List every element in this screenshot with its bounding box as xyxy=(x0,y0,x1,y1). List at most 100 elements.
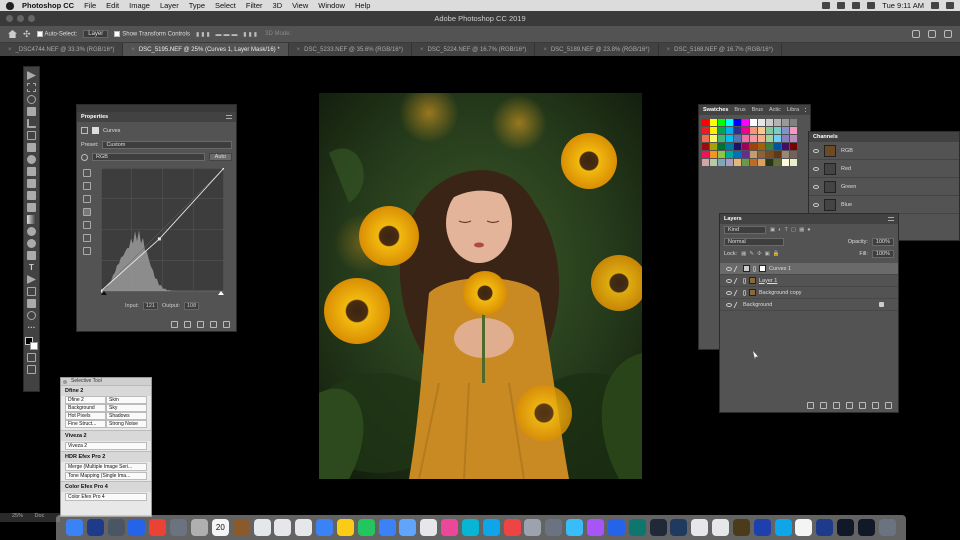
color-swatch[interactable] xyxy=(750,143,757,150)
lock-icon[interactable] xyxy=(879,302,884,307)
color-swatch[interactable] xyxy=(734,151,741,158)
dock-app-icon[interactable] xyxy=(670,519,688,536)
dock-app-icon[interactable] xyxy=(774,519,792,536)
zoom-level[interactable]: 25% xyxy=(12,513,23,519)
tab-swatches[interactable]: Swatches xyxy=(703,107,728,113)
option-button[interactable]: Background xyxy=(65,404,106,412)
selective-tool-title[interactable]: Selective Tool xyxy=(61,378,151,385)
menu-image[interactable]: Image xyxy=(129,1,150,10)
eye-icon[interactable] xyxy=(726,266,732,271)
color-swatch[interactable] xyxy=(726,119,733,126)
dock-app-icon[interactable] xyxy=(545,519,563,536)
option-button[interactable]: Tone Mapping (Single Ima... xyxy=(65,472,147,480)
option-button[interactable]: Merge (Multiple Image Seri... xyxy=(65,463,147,471)
mask-icon[interactable] xyxy=(92,127,99,134)
curve-control-point[interactable] xyxy=(99,289,103,293)
color-swatch[interactable] xyxy=(734,159,741,166)
dock-app-icon[interactable] xyxy=(128,519,146,536)
on-image-adjust-icon[interactable] xyxy=(81,153,88,161)
eye-icon[interactable] xyxy=(813,166,819,171)
tab-channels[interactable]: Channels xyxy=(813,134,838,140)
visibility-icon[interactable] xyxy=(210,321,217,328)
share-icon[interactable] xyxy=(944,30,952,38)
color-swatch[interactable] xyxy=(742,159,749,166)
preset-dropdown[interactable]: Custom xyxy=(102,141,232,149)
quick-select-icon[interactable] xyxy=(27,107,36,116)
section-viveza[interactable]: Viveza 2 xyxy=(61,430,151,441)
layer-filter-dropdown[interactable]: Kind xyxy=(724,226,766,234)
color-swatch[interactable] xyxy=(774,159,781,166)
curve-control-point[interactable] xyxy=(222,166,226,170)
dock-app-icon[interactable] xyxy=(878,519,896,536)
healing-brush-icon[interactable] xyxy=(27,155,36,164)
doc-tab[interactable]: × DSC_5233.NEF @ 35.6% (RGB/16*) xyxy=(289,43,412,56)
transform-controls-checkbox[interactable]: Show Transform Controls xyxy=(114,30,190,37)
panel-menu-icon[interactable] xyxy=(805,108,806,112)
color-swatch[interactable] xyxy=(750,159,757,166)
delete-layer-icon[interactable] xyxy=(885,401,892,409)
option-button[interactable]: Dfine 2 xyxy=(65,396,106,404)
battery-icon[interactable] xyxy=(867,2,876,9)
color-swatch[interactable] xyxy=(742,151,749,158)
color-swatch[interactable] xyxy=(790,143,797,150)
color-swatch[interactable] xyxy=(766,143,773,150)
color-swatch[interactable] xyxy=(766,127,773,134)
channel-row[interactable]: RGB xyxy=(809,142,959,160)
color-swatch[interactable] xyxy=(774,143,781,150)
type-tool-icon[interactable]: T xyxy=(29,263,34,272)
close-tab-icon[interactable]: × xyxy=(667,47,671,53)
more-tools-icon[interactable]: ··· xyxy=(28,323,36,332)
search-icon[interactable] xyxy=(912,30,920,38)
new-adjustment-icon[interactable] xyxy=(846,401,853,409)
tab-layers[interactable]: Layers xyxy=(724,216,742,222)
menu-view[interactable]: View xyxy=(292,1,308,10)
dock-app-icon[interactable] xyxy=(607,519,625,536)
menu-window[interactable]: Window xyxy=(318,1,345,10)
link-icon[interactable] xyxy=(753,265,756,272)
close-tab-icon[interactable]: × xyxy=(420,47,424,53)
white-point-eyedropper-icon[interactable] xyxy=(83,195,91,203)
blend-mode-dropdown[interactable]: Normal xyxy=(724,238,784,246)
color-swatch[interactable] xyxy=(758,143,765,150)
edit-points-icon[interactable] xyxy=(83,208,91,216)
opacity-field[interactable]: 100% xyxy=(871,238,894,246)
color-swatch[interactable] xyxy=(710,151,717,158)
eye-icon[interactable] xyxy=(726,278,732,283)
delete-icon[interactable] xyxy=(223,321,230,328)
color-swatch[interactable] xyxy=(734,135,741,142)
color-swatch[interactable] xyxy=(766,135,773,142)
option-button[interactable]: Strong Noise xyxy=(106,420,147,428)
link-icon[interactable] xyxy=(743,289,746,296)
dock-app-icon[interactable] xyxy=(712,519,730,536)
white-input-slider[interactable] xyxy=(218,291,224,295)
color-swatch[interactable] xyxy=(726,135,733,142)
doc-info[interactable]: Doc xyxy=(35,513,45,519)
option-button[interactable]: Sky xyxy=(106,404,147,412)
dock-app-icon[interactable] xyxy=(566,519,584,536)
section-dfine[interactable]: Dfine 2 xyxy=(61,385,151,396)
menu-3d[interactable]: 3D xyxy=(273,1,283,10)
color-swatch[interactable] xyxy=(782,135,789,142)
dock-app-icon[interactable] xyxy=(274,519,292,536)
zoom-button[interactable] xyxy=(28,15,35,22)
color-swatch[interactable] xyxy=(718,143,725,150)
hand-tool-icon[interactable] xyxy=(27,299,36,308)
menu-file[interactable]: File xyxy=(84,1,96,10)
dock-app-icon[interactable] xyxy=(691,519,709,536)
path-select-icon[interactable] xyxy=(27,275,36,284)
color-swatch[interactable] xyxy=(774,135,781,142)
color-swatch[interactable] xyxy=(774,151,781,158)
move-tool-icon[interactable] xyxy=(27,71,36,80)
panel-drag-strip[interactable] xyxy=(77,105,236,112)
color-swatch[interactable] xyxy=(702,127,709,134)
color-swatch[interactable] xyxy=(782,151,789,158)
pen-tool-icon[interactable] xyxy=(27,251,36,260)
color-swatch[interactable] xyxy=(718,127,725,134)
new-group-icon[interactable] xyxy=(859,401,866,409)
color-swatch[interactable] xyxy=(766,151,773,158)
auto-button[interactable]: Auto xyxy=(208,153,232,161)
section-color-efex[interactable]: Color Efex Pro 4 xyxy=(61,481,151,492)
color-swatch[interactable] xyxy=(702,119,709,126)
color-swatch[interactable] xyxy=(758,119,765,126)
dock-app-icon[interactable] xyxy=(461,519,479,536)
